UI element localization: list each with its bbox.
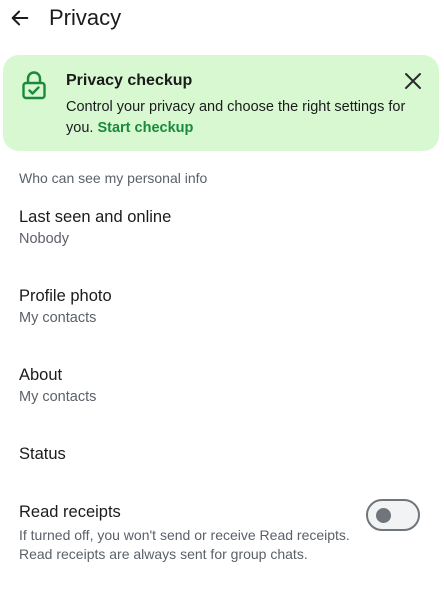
- page-title: Privacy: [49, 5, 122, 30]
- start-checkup-link[interactable]: Start checkup: [97, 120, 193, 136]
- arrow-left-icon: [11, 10, 29, 26]
- setting-title: Read receipts: [19, 503, 121, 521]
- setting-title: Status: [19, 445, 66, 463]
- setting-description: If turned off, you won't send or receive…: [19, 527, 350, 562]
- setting-value: Nobody: [19, 231, 69, 247]
- setting-last-seen[interactable]: Last seen and online Nobody: [19, 206, 419, 249]
- close-icon: [405, 73, 421, 89]
- setting-title: Profile photo: [19, 287, 112, 305]
- setting-value: My contacts: [19, 310, 97, 326]
- app-bar: Privacy: [0, 0, 444, 40]
- back-button[interactable]: [6, 4, 34, 32]
- privacy-checkup-banner[interactable]: Privacy checkup Control your privacy and…: [3, 55, 439, 151]
- setting-profile-photo[interactable]: Profile photo My contacts: [19, 285, 419, 328]
- banner-title: Privacy checkup: [66, 72, 193, 89]
- toggle-knob: [376, 508, 391, 523]
- close-banner-button[interactable]: [401, 69, 425, 93]
- setting-title: Last seen and online: [19, 208, 172, 226]
- setting-read-receipts[interactable]: Read receipts If turned off, you won't s…: [19, 501, 419, 564]
- setting-about[interactable]: About My contacts: [19, 364, 419, 407]
- read-receipts-toggle[interactable]: [366, 499, 420, 531]
- section-header: Who can see my personal info: [19, 170, 208, 186]
- setting-title: About: [19, 366, 63, 384]
- banner-text: Control your privacy and choose the righ…: [66, 97, 426, 139]
- setting-value: My contacts: [19, 389, 97, 405]
- setting-status[interactable]: Status: [19, 443, 419, 465]
- lock-check-icon: [22, 71, 46, 100]
